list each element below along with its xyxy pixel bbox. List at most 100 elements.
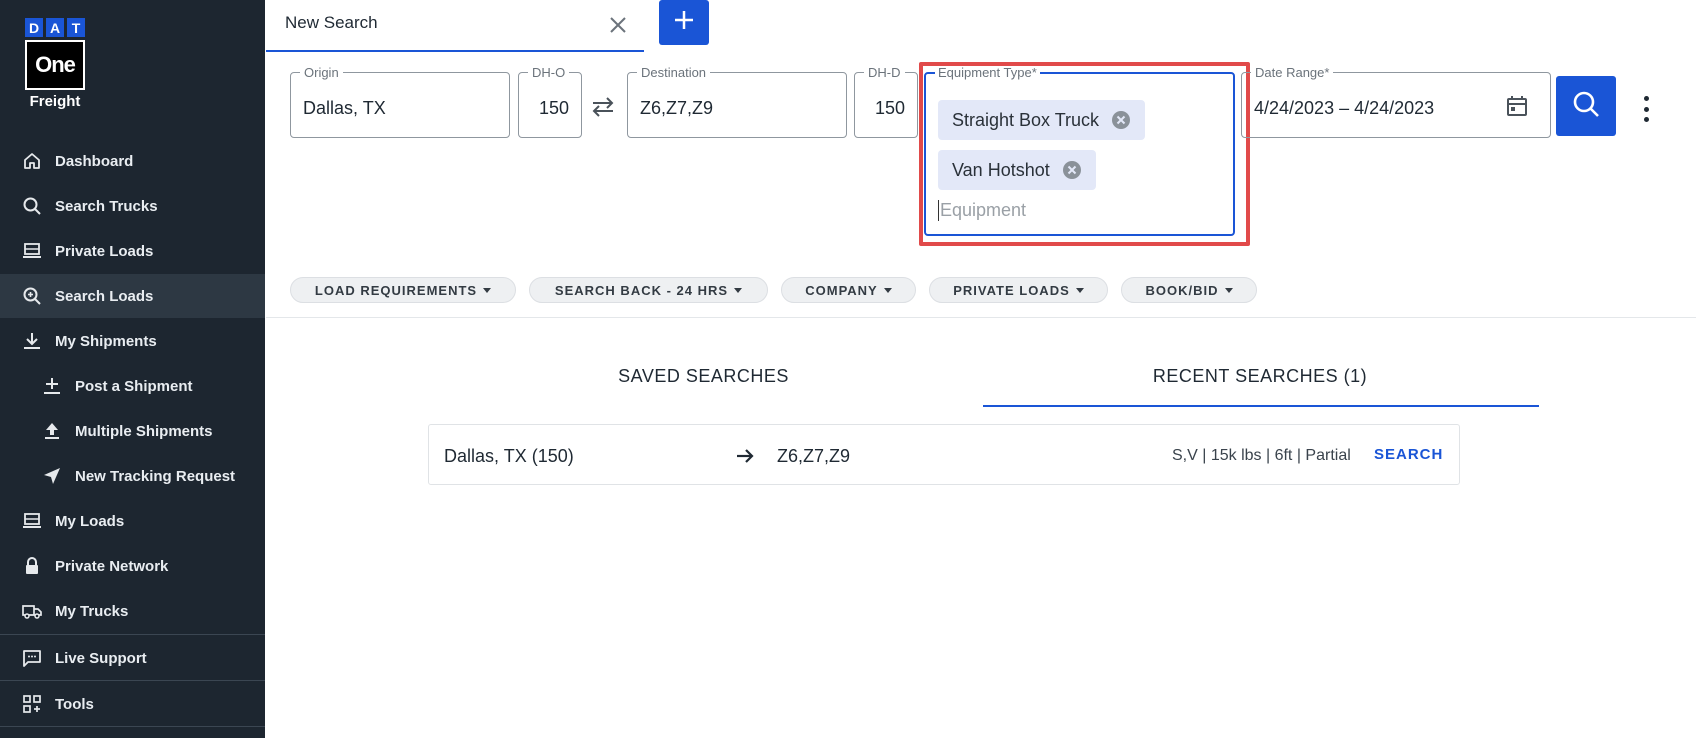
filter-label: BOOK/BID	[1145, 282, 1219, 298]
grid-icon	[21, 693, 43, 715]
chat-icon	[21, 647, 43, 669]
origin-label: Origin	[300, 65, 343, 80]
active-tab-indicator	[983, 405, 1539, 407]
remove-chip-icon[interactable]	[1111, 110, 1131, 130]
dh-d-value: 150	[874, 98, 905, 118]
recent-search-link[interactable]: SEARCH	[1374, 446, 1443, 463]
filter-label: PRIVATE LOADS	[953, 282, 1070, 298]
destination-field[interactable]: Destination Z6,Z7,Z9	[627, 65, 847, 138]
filter-label: COMPANY	[805, 282, 878, 298]
sidebar-divider	[0, 680, 265, 681]
plus-icon	[41, 375, 63, 397]
search-icon	[21, 195, 43, 217]
chip-label: Straight Box Truck	[952, 109, 1100, 130]
section-divider	[266, 317, 1696, 318]
filter-company[interactable]: COMPANY	[781, 277, 916, 303]
caret-down-icon	[1075, 287, 1084, 293]
sidebar-item-tools[interactable]: Tools	[0, 682, 265, 726]
add-tab-button[interactable]	[659, 0, 709, 45]
lock-icon	[21, 555, 43, 577]
sidebar-item-search-trucks[interactable]: Search Trucks	[0, 184, 265, 228]
sidebar-item-label: My Shipments	[55, 332, 157, 350]
sidebar-item-dashboard[interactable]: Dashboard	[0, 139, 265, 183]
caret-down-icon	[734, 287, 743, 293]
filter-search-back[interactable]: SEARCH BACK - 24 HRS	[529, 277, 768, 303]
dh-d-label: DH-D	[864, 65, 905, 80]
sidebar-item-label: Private Network	[55, 557, 169, 575]
sidebar-item-live-support[interactable]: Live Support	[0, 636, 265, 680]
destination-value: Z6,Z7,Z9	[640, 98, 714, 118]
sidebar-item-private-network[interactable]: Private Network	[0, 544, 265, 588]
destination-label: Destination	[637, 65, 711, 80]
date-range-value: 4/24/2023 – 4/24/2023	[1254, 98, 1435, 118]
navigation-icon	[41, 465, 63, 487]
more-options-icon[interactable]	[1636, 96, 1656, 122]
equipment-input[interactable]: Equipment	[938, 200, 1026, 221]
search-plus-icon	[21, 285, 43, 307]
caret-down-icon	[883, 287, 892, 293]
recent-search-row[interactable]: Dallas, TX (150) Z6,Z7,Z9 S,V | 15k lbs …	[428, 424, 1460, 485]
calendar-icon[interactable]	[1506, 95, 1528, 117]
sidebar-item-label: Search Loads	[55, 287, 154, 305]
sidebar-item-label: Search Trucks	[55, 197, 158, 215]
origin-field[interactable]: Origin Dallas, TX	[290, 65, 510, 138]
chip-label: Van Hotshot	[952, 159, 1050, 180]
plus-icon	[672, 8, 696, 37]
tab-saved-searches[interactable]: SAVED SEARCHES	[616, 366, 791, 387]
search-icon	[1571, 89, 1601, 124]
kebab-dot	[1643, 96, 1649, 101]
sidebar-item-post-a-shipment[interactable]: Post a Shipment	[0, 364, 265, 408]
sidebar-item-private-loads[interactable]: Private Loads	[0, 229, 265, 273]
origin-value: Dallas, TX	[303, 98, 386, 118]
date-range-label: Date Range*	[1251, 65, 1334, 80]
filter-label: LOAD REQUIREMENTS	[314, 282, 478, 298]
filter-label: SEARCH BACK - 24 HRS	[554, 282, 729, 298]
equipment-chip: Van Hotshot	[938, 150, 1096, 190]
sidebar-item-search-loads[interactable]: Search Loads	[0, 274, 265, 318]
sidebar: D A T One Freight Dashboard Search Truck…	[0, 0, 265, 738]
sidebar-item-multiple-shipments[interactable]: Multiple Shipments	[0, 409, 265, 453]
sidebar-item-my-loads[interactable]: My Loads	[0, 499, 265, 543]
date-range-field[interactable]: Date Range* 4/24/2023 – 4/24/2023	[1241, 65, 1551, 138]
tab-new-search[interactable]: New Search	[266, 0, 644, 52]
remove-chip-icon[interactable]	[1062, 160, 1082, 180]
truck-icon	[21, 240, 43, 262]
sidebar-item-label: My Trucks	[55, 602, 129, 620]
logo-dat: D A T	[25, 18, 87, 37]
search-button[interactable]	[1556, 76, 1616, 136]
sidebar-item-my-shipments[interactable]: My Shipments	[0, 319, 265, 363]
dh-o-value: 150	[538, 98, 569, 118]
filter-book-bid[interactable]: BOOK/BID	[1121, 277, 1257, 303]
dat-one-freight-logo[interactable]: D A T One Freight	[25, 18, 87, 110]
truck-icon	[21, 510, 43, 532]
upload-icon	[41, 420, 63, 442]
logo-letter: D	[25, 18, 43, 37]
close-icon[interactable]	[606, 13, 630, 37]
swap-icon[interactable]	[590, 96, 616, 118]
equipment-chip: Straight Box Truck	[938, 100, 1146, 140]
sidebar-item-label: Multiple Shipments	[75, 422, 213, 440]
download-icon	[21, 330, 43, 352]
sidebar-item-my-trucks[interactable]: My Trucks	[0, 589, 265, 633]
sidebar-item-label: Tools	[55, 695, 94, 713]
filter-load-requirements[interactable]: LOAD REQUIREMENTS	[290, 277, 516, 303]
recent-destination: Z6,Z7,Z9	[777, 446, 851, 466]
logo-freight: Freight	[29, 93, 81, 110]
equipment-type-label: Equipment Type*	[935, 65, 1040, 80]
sidebar-item-new-tracking-request[interactable]: New Tracking Request	[0, 454, 265, 498]
dh-d-field[interactable]: DH-D 150	[854, 65, 918, 138]
sidebar-divider	[0, 634, 265, 635]
sidebar-item-label: Live Support	[55, 649, 147, 667]
recent-details: S,V | 15k lbs | 6ft | Partial	[1172, 447, 1351, 464]
tab-recent-searches[interactable]: RECENT SEARCHES (1)	[1130, 366, 1390, 387]
logo-letter: T	[67, 18, 85, 37]
caret-down-icon	[1224, 287, 1233, 293]
equipment-type-field[interactable]: Equipment Type* Straight Box Truck Van H…	[924, 65, 1235, 236]
kebab-dot	[1643, 106, 1649, 112]
caret-down-icon	[483, 287, 492, 293]
dh-o-field[interactable]: DH-O 150	[518, 65, 582, 138]
filter-private-loads[interactable]: PRIVATE LOADS	[929, 277, 1108, 303]
kebab-dot	[1643, 117, 1649, 122]
sidebar-item-label: New Tracking Request	[75, 467, 236, 485]
dh-o-label: DH-O	[528, 65, 570, 80]
